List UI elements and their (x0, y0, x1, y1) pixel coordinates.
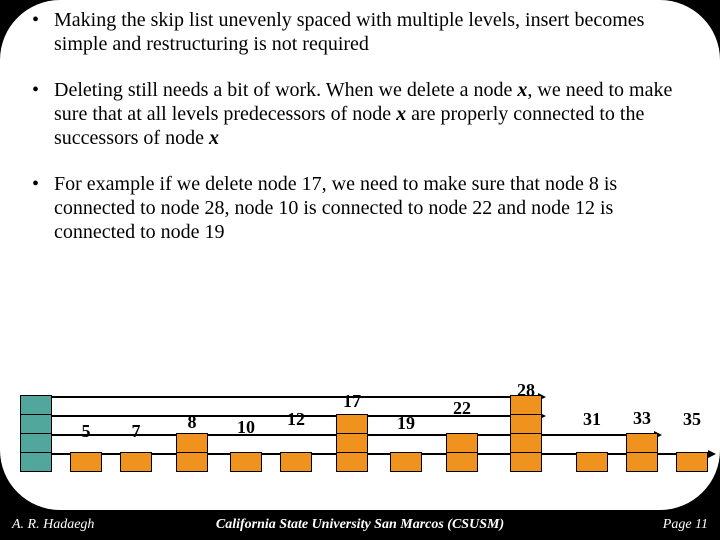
node-value: 35 (676, 409, 708, 430)
node-value: 17 (336, 391, 368, 412)
footer-author: A. R. Hadaegh (12, 517, 94, 533)
node-value: 22 (446, 398, 478, 419)
node-value: 19 (390, 413, 422, 434)
node-tower (120, 453, 152, 472)
node-value: 12 (280, 409, 312, 430)
node-value: 10 (230, 417, 262, 438)
node-value: 8 (176, 412, 208, 433)
node-tower (230, 453, 262, 472)
node-tower (576, 453, 608, 472)
node-tower (280, 453, 312, 472)
footer: A. R. Hadaegh California State Universit… (0, 510, 720, 540)
node-tower (676, 453, 708, 472)
node-tower (336, 415, 368, 472)
arrowhead-icon (708, 450, 716, 458)
node-tower (70, 453, 102, 472)
head-tower (20, 396, 52, 472)
bullet-3: For example if we delete node 17, we nee… (54, 172, 690, 244)
node-tower (176, 434, 208, 472)
bullet-2: Deleting still needs a bit of work. When… (54, 78, 690, 150)
node-value: 33 (626, 408, 658, 429)
node-value: 31 (576, 409, 608, 430)
bullet-1: Making the skip list unevenly spaced wit… (54, 8, 690, 56)
skip-list-diagram: 578101217192228313335 (20, 318, 700, 488)
node-value: 5 (70, 421, 102, 442)
node-tower (626, 434, 658, 472)
node-tower (510, 396, 542, 472)
node-tower (390, 453, 422, 472)
node-value: 7 (120, 421, 152, 442)
footer-page: Page 11 (663, 517, 708, 533)
node-value: 28 (510, 380, 542, 401)
node-tower (446, 434, 478, 472)
footer-university: California State University San Marcos (… (216, 517, 504, 533)
